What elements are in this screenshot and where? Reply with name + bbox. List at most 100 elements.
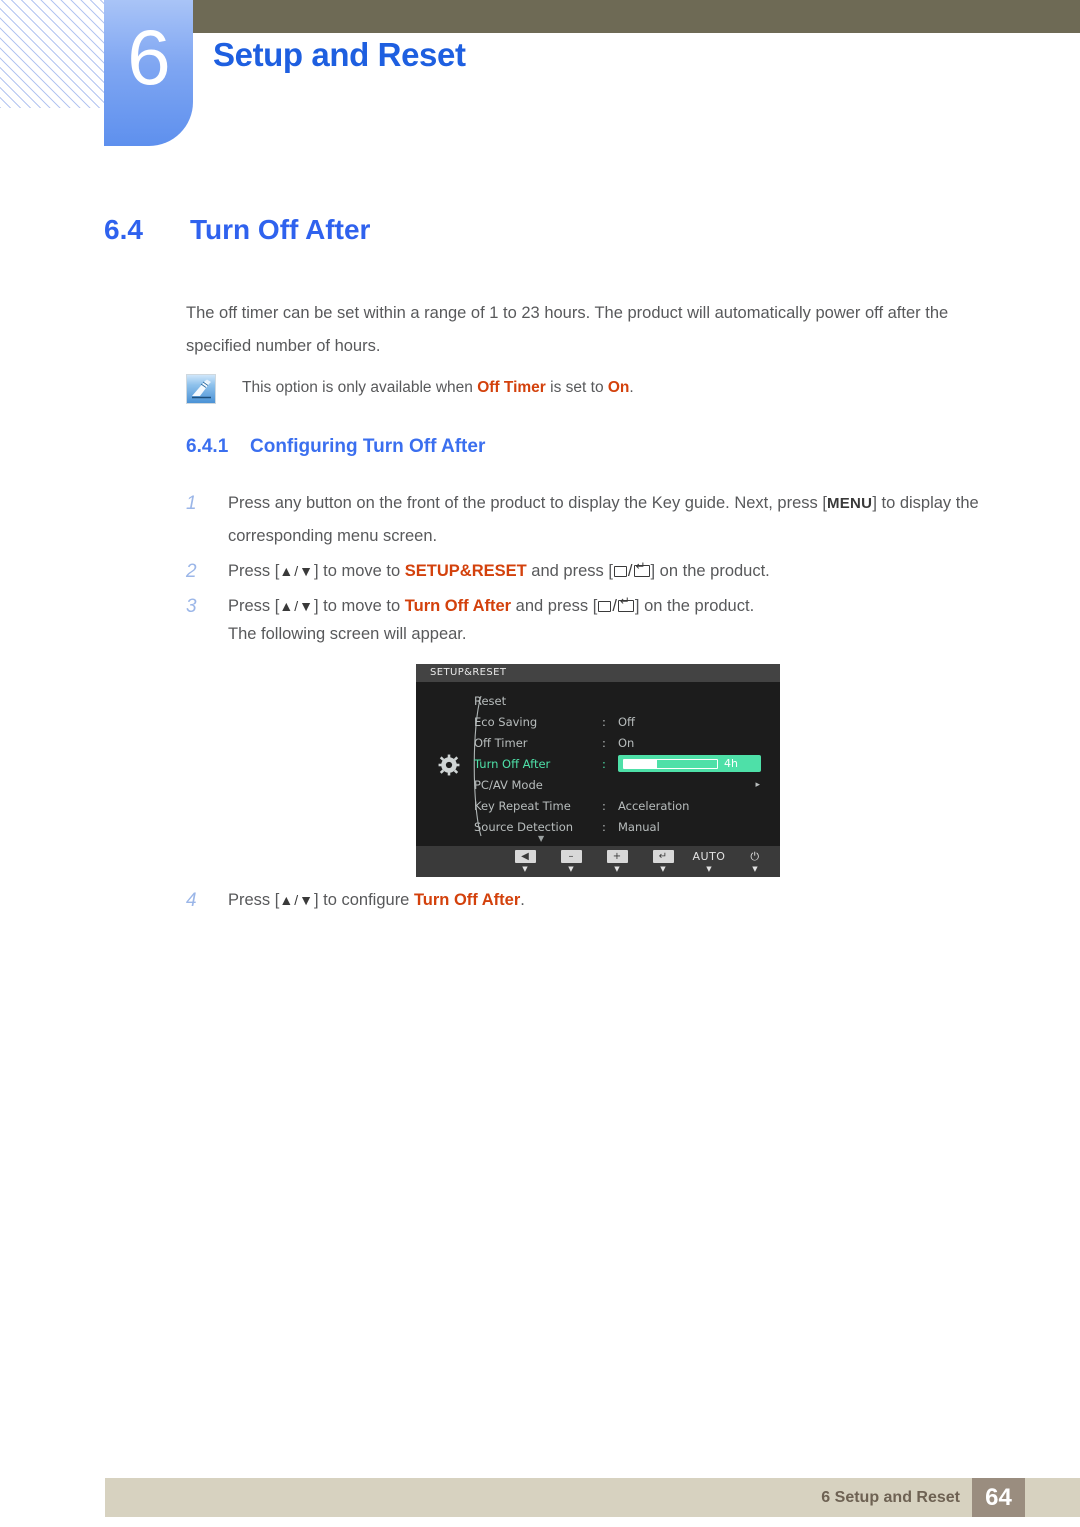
up-down-arrow-keys-icon: ▲/▼ bbox=[279, 563, 314, 579]
enter-button-icon bbox=[617, 595, 634, 612]
step-text: Press any button on the front of the pro… bbox=[228, 487, 1006, 553]
osd-colon: : bbox=[602, 756, 606, 771]
manual-page: 6 Setup and Reset 6.4 Turn Off After The… bbox=[0, 0, 1080, 1527]
subsection-heading: 6.4.1 Configuring Turn Off After bbox=[186, 436, 485, 458]
osd-button-enter[interactable]: ↵ ▼ bbox=[648, 850, 678, 873]
slider-track bbox=[623, 758, 718, 769]
note-term-on: On bbox=[607, 379, 630, 396]
osd-button-auto[interactable]: AUTO ▼ bbox=[692, 850, 726, 873]
up-down-arrow-keys-icon: ▲/▼ bbox=[279, 598, 314, 614]
step2-target: SETUP&RESET bbox=[404, 562, 527, 580]
osd-button-minus[interactable]: – ▼ bbox=[556, 850, 586, 873]
chevron-down-icon: ▼ bbox=[568, 865, 574, 873]
osd-menu-list: Reset Eco Saving : Off Off Timer : On Tu… bbox=[474, 690, 774, 837]
chevron-down-icon: ▼ bbox=[614, 865, 620, 873]
intro-paragraph: The off timer can be set within a range … bbox=[186, 304, 949, 355]
step3-target: Turn Off After bbox=[404, 597, 512, 615]
step3-part3: and press [ bbox=[511, 597, 598, 615]
step-text: Press [▲/▼] to move to SETUP&RESET and p… bbox=[228, 555, 1006, 588]
osd-row-source-detection[interactable]: Source Detection : Manual bbox=[474, 816, 774, 837]
step4-part2: ] to configure bbox=[313, 891, 414, 909]
osd-value: On bbox=[618, 735, 635, 750]
back-arrow-icon: ◀ bbox=[514, 850, 536, 863]
note-pen-icon bbox=[186, 374, 216, 404]
osd-button-plus[interactable]: + ▼ bbox=[602, 850, 632, 873]
osd-row-eco-saving[interactable]: Eco Saving : Off bbox=[474, 711, 774, 732]
section-number: 6.4 bbox=[104, 214, 143, 245]
chapter-number: 6 bbox=[127, 13, 170, 101]
osd-colon: : bbox=[602, 735, 606, 750]
step4-part3: . bbox=[520, 891, 525, 909]
osd-button-back[interactable]: ◀ ▼ bbox=[510, 850, 540, 873]
footer-page-number: 64 bbox=[972, 1478, 1025, 1517]
slider-fill bbox=[624, 759, 657, 768]
step-number: 4 bbox=[186, 890, 197, 911]
turn-off-after-slider[interactable]: 4h bbox=[618, 755, 761, 772]
step2-part3: and press [ bbox=[526, 562, 613, 580]
step-text: Press [▲/▼] to configure Turn Off After. bbox=[228, 884, 1006, 917]
slider-value-label: 4h bbox=[724, 757, 738, 770]
osd-row-reset[interactable]: Reset bbox=[474, 690, 774, 711]
gear-icon bbox=[438, 754, 460, 776]
osd-row-pc-av-mode[interactable]: PC/AV Mode ▸ bbox=[474, 774, 774, 795]
note-term-off-timer: Off Timer bbox=[477, 379, 546, 396]
osd-value: Acceleration bbox=[618, 798, 690, 813]
osd-row-key-repeat-time[interactable]: Key Repeat Time : Acceleration bbox=[474, 795, 774, 816]
header-hatch-pattern bbox=[0, 0, 108, 108]
osd-colon: : bbox=[602, 819, 606, 834]
step4-target: Turn Off After bbox=[413, 891, 521, 909]
step1-part1: Press any button on the front of the pro… bbox=[228, 494, 827, 512]
enter-button-icon bbox=[633, 560, 650, 577]
following-screen-text: The following screen will appear. bbox=[228, 625, 467, 643]
osd-value-slider: 4h bbox=[618, 755, 774, 772]
steps-list: 1 Press any button on the front of the p… bbox=[186, 487, 1006, 625]
osd-label: Source Detection bbox=[474, 819, 574, 834]
square-button-icon bbox=[613, 566, 627, 577]
note-text: This option is only available when Off T… bbox=[242, 372, 634, 401]
osd-value: Off bbox=[618, 714, 635, 729]
step2-part2: ] to move to bbox=[313, 562, 405, 580]
note-prefix: This option is only available when bbox=[242, 379, 478, 396]
chapter-title: Setup and Reset bbox=[213, 36, 466, 73]
chevron-down-icon: ▼ bbox=[522, 865, 528, 873]
step3-part1: Press [ bbox=[228, 597, 280, 615]
osd-label: PC/AV Mode bbox=[474, 777, 543, 792]
page-footer: 6 Setup and Reset 64 bbox=[105, 1478, 1080, 1517]
plus-icon: + bbox=[606, 850, 628, 863]
step2-part4: ] on the product. bbox=[650, 562, 770, 580]
subsection-title: Configuring Turn Off After bbox=[250, 436, 486, 457]
osd-button-power[interactable]: ⏻ ▼ bbox=[740, 850, 770, 873]
osd-label: Off Timer bbox=[474, 735, 528, 750]
chapter-tab: 6 bbox=[104, 0, 193, 146]
minus-icon: – bbox=[560, 850, 582, 863]
osd-row-off-timer[interactable]: Off Timer : On bbox=[474, 732, 774, 753]
square-button-icon bbox=[598, 601, 612, 612]
osd-value: Manual bbox=[618, 819, 660, 834]
chevron-down-icon: ▼ bbox=[752, 865, 758, 873]
osd-screenshot: SETUP&RESET Reset Eco Saving: Off Off T… bbox=[416, 664, 780, 877]
section-title: Turn Off After bbox=[190, 214, 371, 245]
auto-label: AUTO bbox=[692, 850, 726, 863]
osd-body: Reset Eco Saving : Off Off Timer : On Tu… bbox=[416, 682, 780, 846]
step-number: 3 bbox=[186, 596, 197, 617]
scroll-down-icon[interactable]: ▼ bbox=[538, 834, 544, 843]
osd-row-turn-off-after[interactable]: Turn Off After : 4h bbox=[474, 753, 774, 774]
note-block: This option is only available when Off T… bbox=[186, 372, 1006, 404]
step3-part4: ] on the product. bbox=[634, 597, 755, 615]
osd-colon: : bbox=[602, 798, 606, 813]
subsection-number: 6.4.1 bbox=[186, 436, 229, 457]
note-middle: is set to bbox=[545, 379, 608, 396]
step-2: 2 Press [▲/▼] to move to SETUP&RESET and… bbox=[186, 555, 1006, 588]
menu-keycap: MENU bbox=[826, 495, 873, 512]
osd-label: Key Repeat Time bbox=[474, 798, 571, 813]
enter-icon: ↵ bbox=[652, 850, 674, 863]
step3-part2: ] to move to bbox=[313, 597, 405, 615]
step-4: 4 Press [▲/▼] to configure Turn Off Afte… bbox=[186, 884, 1006, 917]
step-1: 1 Press any button on the front of the p… bbox=[186, 487, 1006, 553]
step2-part1: Press [ bbox=[228, 562, 280, 580]
header-olive-bar bbox=[108, 0, 1080, 33]
osd-button-bar: ◀ ▼ – ▼ + ▼ ↵ ▼ AUTO ▼ ⏻ ▼ bbox=[416, 846, 780, 877]
osd-label: Eco Saving bbox=[474, 714, 538, 729]
step-number: 1 bbox=[186, 493, 197, 514]
section-heading: 6.4 Turn Off After bbox=[104, 214, 370, 246]
